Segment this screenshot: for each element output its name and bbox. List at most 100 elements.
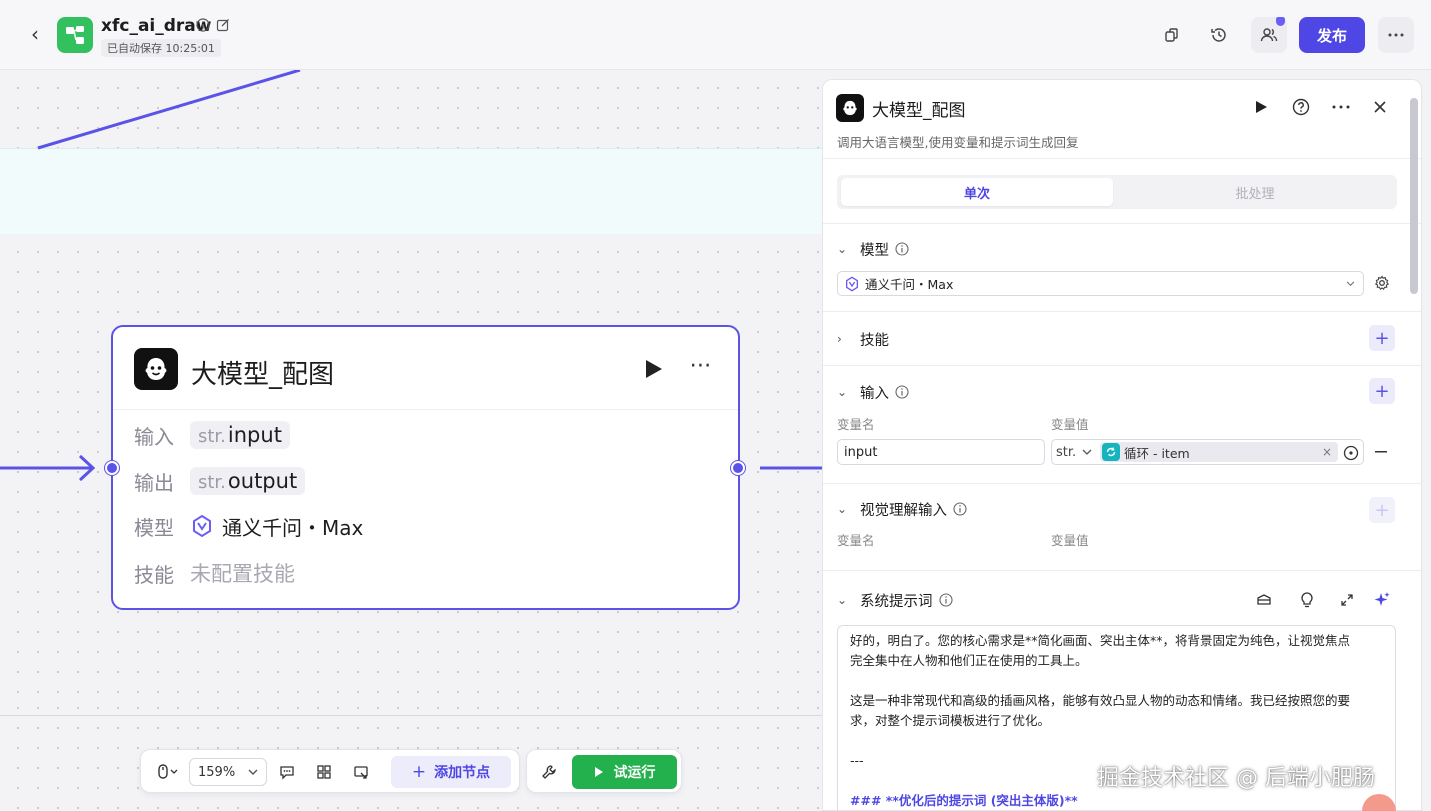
back-icon[interactable]: ‹ bbox=[24, 22, 46, 46]
tab-single[interactable]: 单次 bbox=[841, 178, 1113, 206]
type-tag: str. bbox=[198, 472, 226, 493]
minimap-icon[interactable] bbox=[349, 760, 373, 784]
node-output-row: 输出 str. output bbox=[134, 465, 306, 497]
node-input-row: 输入 str. input bbox=[134, 419, 290, 451]
chevron-down-icon bbox=[1082, 449, 1092, 455]
info-icon[interactable] bbox=[895, 385, 909, 399]
node-skill-row: 技能 未配置技能 bbox=[134, 557, 295, 589]
top-bar: ‹ xfc_ai_draw 已自动保存 10:25:01 发布 bbox=[0, 0, 1431, 70]
panel-scrollbar[interactable] bbox=[1410, 98, 1418, 294]
divider bbox=[823, 158, 1421, 159]
var-value-header: 变量值 bbox=[1051, 417, 1089, 432]
node-config-panel: 大模型_配图 调用大语言模型,使用变量和提示词生成回复 单次 批处理 ⌄ 模型 … bbox=[822, 79, 1422, 811]
remove-input-icon[interactable] bbox=[1368, 439, 1394, 465]
close-icon[interactable] bbox=[1367, 94, 1393, 120]
edge-line bbox=[37, 70, 301, 150]
node-model-row: 模型 通义千问・Max bbox=[134, 510, 363, 542]
skills-section-header[interactable]: › 技能 bbox=[837, 328, 889, 350]
info-icon[interactable] bbox=[938, 593, 953, 607]
var-name-header: 变量名 bbox=[837, 533, 875, 548]
system-prompt-section-header[interactable]: ⌄ 系统提示词 bbox=[837, 589, 953, 611]
var-value-header: 变量值 bbox=[1051, 533, 1089, 548]
prompt-line: 求，对整个提示词模板进行了优化。 bbox=[850, 713, 1051, 728]
output-handle[interactable] bbox=[731, 461, 745, 475]
input-variable-chip: str. input bbox=[190, 421, 290, 449]
node-model-value: 通义千问・Max bbox=[222, 515, 364, 540]
reference-chip[interactable]: 循环 - item × bbox=[1100, 442, 1338, 462]
prompt-line bbox=[850, 671, 1383, 691]
reference-label: 循环 - item bbox=[1124, 445, 1190, 461]
model-settings-icon[interactable] bbox=[1369, 270, 1395, 296]
more-icon[interactable] bbox=[1378, 17, 1414, 53]
variable-value-field[interactable]: str. 循环 - item × bbox=[1051, 439, 1364, 465]
comment-icon[interactable] bbox=[275, 760, 299, 784]
add-input-button[interactable]: + bbox=[1369, 378, 1395, 404]
canvas-toolbar: 159% + 添加节点 bbox=[140, 749, 520, 793]
debug-tools-icon[interactable] bbox=[537, 760, 561, 784]
divider bbox=[823, 365, 1421, 366]
zoom-select[interactable]: 159% bbox=[189, 758, 267, 786]
trial-run-label: 试运行 bbox=[613, 765, 656, 781]
tab-batch[interactable]: 批处理 bbox=[1119, 178, 1391, 206]
prompt-line: 完全集中在人物和他们正在使用的工具上。 bbox=[850, 653, 1088, 668]
skills-section-title: 技能 bbox=[860, 332, 889, 349]
chevron-down-icon bbox=[1346, 281, 1355, 287]
input-section-title: 输入 bbox=[860, 385, 889, 402]
variable-name: input bbox=[227, 423, 282, 447]
prompt-section-title: 系统提示词 bbox=[860, 593, 933, 610]
chevron-down-icon: ⌄ bbox=[837, 385, 848, 399]
add-node-button[interactable]: + 添加节点 bbox=[391, 756, 511, 788]
info-icon[interactable] bbox=[196, 18, 210, 32]
ai-sparkle-icon[interactable] bbox=[1369, 587, 1395, 613]
type-select[interactable]: str. bbox=[1052, 445, 1098, 460]
run-icon[interactable] bbox=[641, 357, 665, 381]
watermark: 掘金技术社区 @ 后端小肥肠 bbox=[1097, 766, 1375, 791]
more-icon[interactable] bbox=[1328, 94, 1354, 120]
help-icon[interactable] bbox=[1288, 94, 1314, 120]
variable-name-input[interactable]: input bbox=[837, 439, 1045, 465]
play-icon bbox=[594, 767, 603, 777]
var-name-header: 变量名 bbox=[837, 417, 875, 432]
type-value: str. bbox=[1056, 444, 1077, 460]
expand-icon[interactable] bbox=[1334, 587, 1360, 613]
prompt-line bbox=[850, 731, 1383, 751]
more-icon[interactable]: ⋯ bbox=[685, 355, 717, 381]
copy-icon[interactable] bbox=[1154, 17, 1190, 53]
llm-node[interactable]: 大模型_配图 ⋯ 输入 str. input 输出 str. output 模型… bbox=[111, 325, 740, 610]
info-icon[interactable] bbox=[953, 502, 967, 516]
vision-input-section-header[interactable]: ⌄ 视觉理解输入 bbox=[837, 498, 967, 520]
history-icon[interactable] bbox=[1201, 17, 1237, 53]
model-select[interactable]: 通义千问・Max bbox=[837, 271, 1364, 296]
panel-title: 大模型_配图 bbox=[872, 101, 966, 121]
layout-icon[interactable] bbox=[312, 760, 336, 784]
info-icon[interactable] bbox=[895, 242, 909, 256]
node-model-label: 模型 bbox=[134, 515, 174, 540]
divider bbox=[823, 223, 1421, 224]
mouse-mode-icon[interactable] bbox=[151, 760, 185, 784]
plus-icon: + bbox=[411, 762, 427, 782]
add-skill-button[interactable]: + bbox=[1369, 325, 1395, 351]
add-vision-input-button[interactable]: + bbox=[1369, 497, 1395, 523]
edit-icon[interactable] bbox=[216, 18, 230, 32]
trial-run-button[interactable]: 试运行 bbox=[572, 755, 677, 789]
workflow-canvas[interactable]: 大模型_配图 ⋯ 输入 str. input 输出 str. output 模型… bbox=[0, 70, 830, 811]
input-section-header[interactable]: ⌄ 输入 bbox=[837, 381, 909, 403]
run-icon[interactable] bbox=[1248, 94, 1274, 120]
lightbulb-icon[interactable] bbox=[1294, 587, 1320, 613]
app-logo bbox=[57, 17, 93, 53]
llm-node-icon bbox=[836, 94, 864, 122]
prompt-library-icon[interactable] bbox=[1251, 587, 1277, 613]
node-skill-value: 未配置技能 bbox=[190, 562, 295, 586]
mode-tabs: 单次 批处理 bbox=[837, 175, 1397, 209]
target-icon[interactable] bbox=[1343, 445, 1359, 461]
chevron-down-icon bbox=[248, 769, 258, 775]
run-toolbar: 试运行 bbox=[526, 749, 682, 793]
input-handle[interactable] bbox=[105, 461, 119, 475]
node-output-label: 输出 bbox=[134, 470, 174, 495]
collaborators-icon[interactable] bbox=[1251, 17, 1287, 53]
publish-button[interactable]: 发布 bbox=[1299, 17, 1365, 53]
clear-icon[interactable]: × bbox=[1322, 445, 1332, 459]
divider bbox=[823, 311, 1421, 312]
model-section-header[interactable]: ⌄ 模型 bbox=[837, 238, 909, 260]
panel-description: 调用大语言模型,使用变量和提示词生成回复 bbox=[837, 135, 1079, 150]
